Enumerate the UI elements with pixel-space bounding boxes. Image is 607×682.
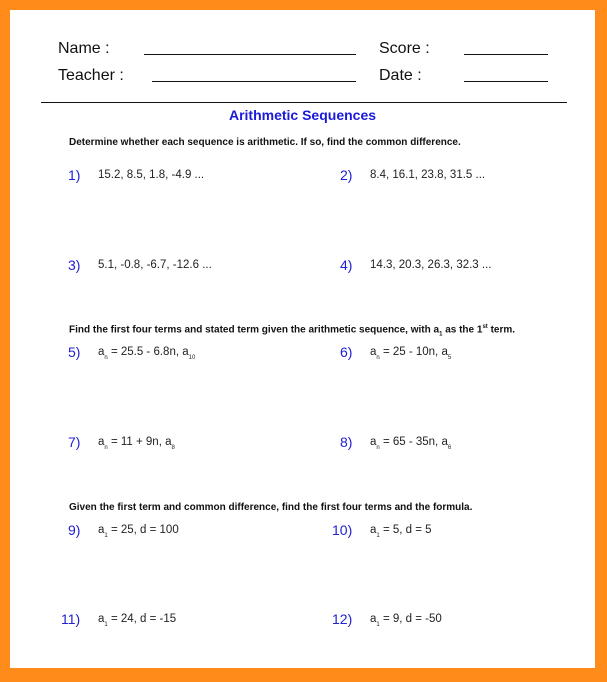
problem-text: a1 = 24, d = -15	[98, 613, 177, 628]
problem-number: 9)	[68, 522, 81, 538]
problem-number: 5)	[68, 344, 81, 360]
problem-text: an = 65 - 35n, a6	[370, 436, 452, 451]
section-3-instruction: Given the first term and common differen…	[69, 502, 473, 513]
problem-number: 12)	[332, 611, 353, 627]
problem-number: 1)	[68, 167, 81, 183]
name-label: Name :	[58, 40, 110, 57]
worksheet-page: Name : Score : Teacher : Date : Arithmet…	[10, 10, 595, 668]
score-field-line[interactable]	[464, 54, 548, 55]
problem-number: 7)	[68, 434, 81, 450]
teacher-field-line[interactable]	[152, 81, 356, 82]
section-1-instruction: Determine whether each sequence is arith…	[69, 137, 461, 148]
problem-text: a1 = 9, d = -50	[370, 613, 442, 628]
problem-number: 2)	[340, 167, 353, 183]
problem-number: 10)	[332, 522, 353, 538]
instruction-text: Find the first four terms and stated ter…	[69, 324, 440, 336]
date-field-line[interactable]	[464, 81, 548, 82]
section-2-instruction: Find the first four terms and stated ter…	[69, 324, 515, 337]
problem-text: an = 25.5 - 6.8n, a10	[98, 346, 196, 361]
header-divider	[41, 102, 567, 103]
problem-text: a1 = 25, d = 100	[98, 524, 179, 539]
problem-number: 3)	[68, 257, 81, 273]
problem-text: 14.3, 20.3, 26.3, 32.3 ...	[370, 259, 492, 271]
problem-number: 11)	[61, 611, 81, 627]
problem-number: 8)	[340, 434, 353, 450]
score-label: Score :	[379, 40, 430, 57]
name-field-line[interactable]	[144, 54, 356, 55]
problem-text: 5.1, -0.8, -6.7, -12.6 ...	[98, 259, 212, 271]
problem-number: 6)	[340, 344, 353, 360]
problem-text: 8.4, 16.1, 23.8, 31.5 ...	[370, 169, 486, 181]
date-label: Date :	[379, 67, 422, 84]
problem-text: an = 11 + 9n, a8	[98, 436, 175, 451]
problem-text: an = 25 - 10n, a5	[370, 346, 452, 361]
problem-text: a1 = 5, d = 5	[370, 524, 432, 539]
worksheet-title: Arithmetic Sequences	[228, 107, 377, 123]
problem-text: 15.2, 8.5, 1.8, -4.9 ...	[98, 169, 205, 181]
problem-number: 4)	[340, 257, 353, 273]
instruction-text: as the 1	[442, 324, 483, 336]
instruction-text: term.	[487, 324, 516, 336]
teacher-label: Teacher :	[58, 67, 124, 84]
